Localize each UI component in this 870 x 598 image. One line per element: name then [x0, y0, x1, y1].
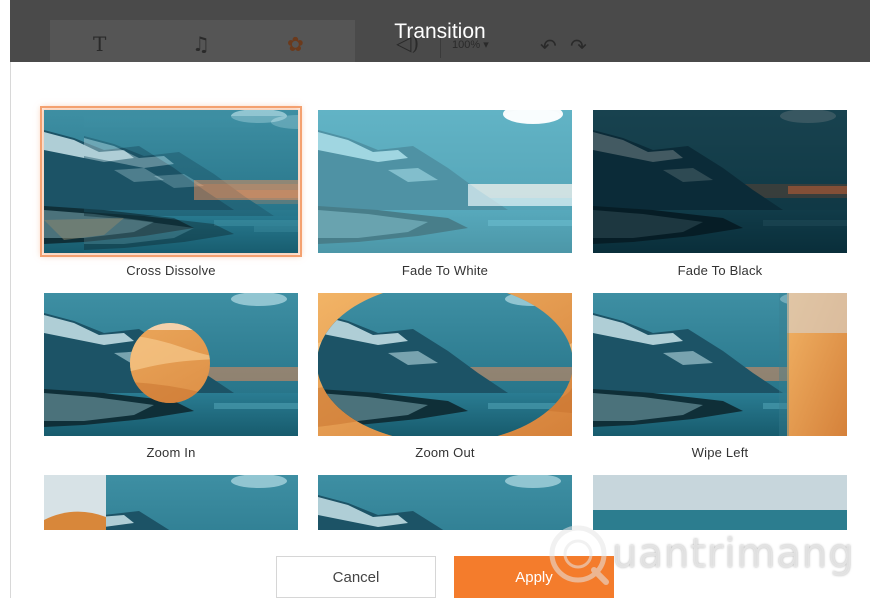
transition-thumb-wipe-left[interactable] [593, 293, 847, 436]
transition-thumb-wipe-right[interactable] [44, 475, 298, 530]
slide-preview [318, 475, 572, 530]
wipe-up-preview [593, 475, 847, 530]
wipe-right-preview [44, 475, 298, 530]
zoom-out-preview [318, 293, 572, 436]
cancel-button[interactable]: Cancel [276, 556, 436, 598]
transition-label: Cross Dissolve [126, 263, 216, 278]
transition-label: Fade To White [401, 263, 489, 278]
transition-label: Fade To Black [677, 263, 763, 278]
zoom-in-preview [44, 293, 298, 436]
fade-to-black-preview [593, 110, 847, 253]
transition-thumb-zoom-out[interactable] [318, 293, 572, 436]
transition-label: Wipe Left [691, 445, 749, 460]
transition-thumb-zoom-in[interactable] [44, 293, 298, 436]
watermark-logo-icon [549, 525, 609, 585]
wipe-left-preview [593, 293, 847, 436]
fade-to-white-preview [318, 110, 572, 253]
transition-thumb-wipe-up[interactable] [593, 475, 847, 530]
transition-label: Zoom Out [415, 445, 475, 460]
transition-thumb-slide[interactable] [318, 475, 572, 530]
transition-label: Zoom In [146, 445, 196, 460]
transition-thumb-cross-dissolve[interactable] [40, 106, 302, 257]
transition-thumb-fade-to-black[interactable] [593, 110, 847, 253]
watermark-text: uantrimang [612, 531, 855, 577]
cross-dissolve-preview [44, 110, 298, 253]
transition-thumb-fade-to-white[interactable] [318, 110, 572, 253]
dialog-title: Transition [394, 20, 486, 43]
